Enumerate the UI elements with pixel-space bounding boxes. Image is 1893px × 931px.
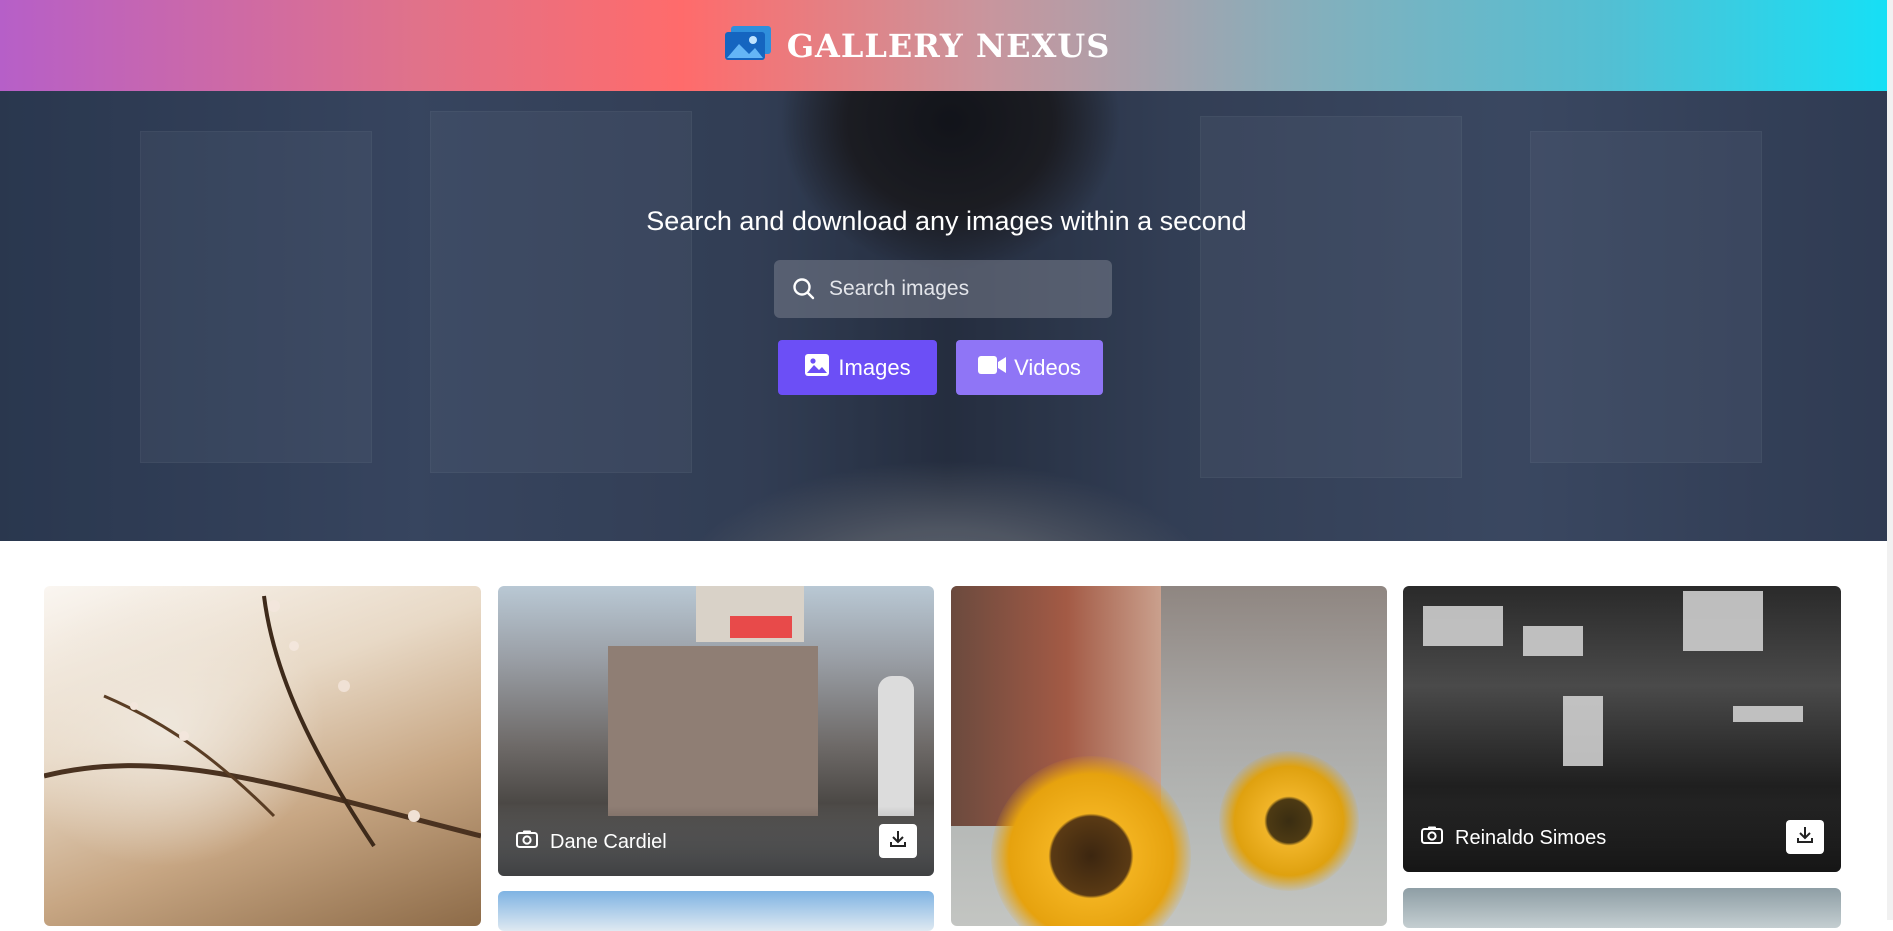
neon-sign-shape bbox=[1523, 626, 1583, 656]
camera-icon bbox=[516, 830, 538, 854]
gallery-card[interactable] bbox=[951, 586, 1387, 926]
hero-title: Search and download any images within a … bbox=[646, 206, 1247, 236]
download-button[interactable] bbox=[1786, 820, 1824, 854]
video-camera-icon bbox=[978, 355, 1007, 381]
neon-sign-shape bbox=[1563, 696, 1603, 766]
gallery-card[interactable]: Reinaldo Simoes bbox=[1403, 586, 1841, 872]
brand-title: GALLERY NEXUS bbox=[786, 26, 1111, 65]
camera-icon bbox=[1421, 826, 1443, 850]
photographer-credit[interactable]: Dane Cardiel bbox=[516, 830, 667, 854]
download-icon bbox=[1795, 825, 1815, 849]
videos-button-label: Videos bbox=[1014, 354, 1081, 380]
search-input[interactable] bbox=[827, 276, 1112, 302]
gallery-card[interactable] bbox=[44, 586, 481, 926]
cherry-blossom-photo bbox=[44, 595, 481, 848]
gallery-card[interactable]: Dane Cardiel bbox=[498, 586, 934, 876]
building-shape bbox=[608, 646, 818, 816]
gallery-card[interactable] bbox=[498, 891, 934, 931]
top-header: GALLERY NEXUS bbox=[0, 0, 1893, 91]
photographer-name: Reinaldo Simoes bbox=[1455, 826, 1607, 849]
images-button-label: Images bbox=[838, 354, 911, 380]
page-scrollbar[interactable] bbox=[1887, 0, 1893, 920]
download-button[interactable] bbox=[879, 824, 917, 858]
search-icon bbox=[791, 276, 817, 302]
images-button[interactable]: Images bbox=[778, 340, 937, 395]
tower-shape bbox=[878, 676, 914, 816]
image-icon bbox=[804, 353, 830, 383]
neon-sign-shape bbox=[1423, 606, 1503, 646]
hero-banner: Search and download any images within a … bbox=[0, 91, 1893, 541]
photographer-credit[interactable]: Reinaldo Simoes bbox=[1421, 826, 1606, 850]
sunflower-shape bbox=[1219, 751, 1359, 891]
brand-logo[interactable]: GALLERY NEXUS bbox=[723, 25, 1111, 66]
neon-sign-shape bbox=[1683, 591, 1763, 651]
download-icon bbox=[888, 829, 908, 853]
neon-sign-shape bbox=[1733, 706, 1803, 722]
photographer-name: Dane Cardiel bbox=[550, 830, 667, 853]
gallery-card[interactable] bbox=[1403, 888, 1841, 928]
gallery-logo-icon bbox=[723, 25, 773, 66]
videos-button[interactable]: Videos bbox=[956, 340, 1103, 395]
billboard-shape bbox=[730, 616, 792, 638]
search-box[interactable] bbox=[774, 260, 1112, 318]
